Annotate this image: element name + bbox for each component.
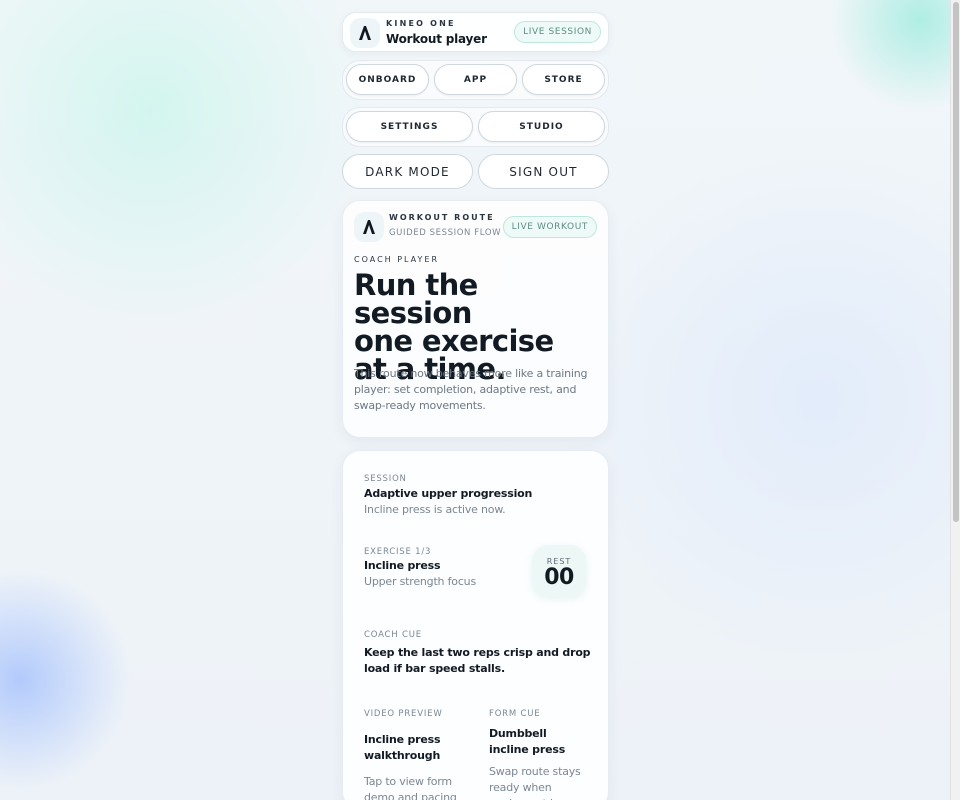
route-subtitle: GUIDED SESSION FLOW — [389, 228, 502, 238]
nav-settings-button[interactable]: SETTINGS — [346, 111, 473, 142]
session-card: SESSION Adaptive upper progression Incli… — [342, 450, 609, 800]
nav-store-button[interactable]: STORE — [522, 64, 605, 95]
coach-cue-label: COACH CUE — [364, 630, 422, 640]
nav-app-button[interactable]: APP — [434, 64, 517, 95]
kineo-logo-icon[interactable] — [350, 18, 380, 48]
sign-out-button[interactable]: SIGN OUT — [478, 154, 609, 189]
form-cue-description: Swap route stays ready when equipment is… — [489, 765, 581, 800]
video-preview-label: VIDEO PREVIEW — [364, 709, 443, 719]
form-cue-label: FORM CUE — [489, 709, 541, 719]
rest-value: 00 — [544, 565, 574, 590]
dark-mode-button[interactable]: DARK MODE — [342, 154, 473, 189]
exercise-label: EXERCISE 1/3 — [364, 547, 432, 557]
hero-description: This route now behaves more like a train… — [354, 367, 588, 412]
hero-card: WORKOUT ROUTE GUIDED SESSION FLOW LIVE W… — [342, 200, 609, 438]
app-header: KINEO ONE Workout player LIVE SESSION — [342, 12, 609, 52]
nav-onboard-button[interactable]: ONBOARD — [346, 64, 429, 95]
scrollbar-thumb[interactable] — [953, 2, 959, 522]
video-preview-description: Tap to view form demo and pacing — [364, 775, 457, 800]
kineo-logo-icon — [354, 212, 384, 242]
session-status: Incline press is active now. — [364, 503, 506, 516]
rest-timer: REST 00 — [532, 545, 586, 597]
route-label: WORKOUT ROUTE — [389, 213, 495, 222]
session-label: SESSION — [364, 474, 407, 484]
coach-player-eyebrow: COACH PLAYER — [354, 255, 440, 264]
form-cue-title: Dumbbell incline press — [489, 727, 566, 756]
coach-cue-text: Keep the last two reps crisp and drop lo… — [364, 646, 591, 675]
nav-row-secondary: SETTINGS STUDIO — [342, 107, 609, 147]
brand-name: KINEO ONE — [386, 19, 456, 28]
nav-row-primary: ONBOARD APP STORE — [342, 60, 609, 100]
live-workout-badge: LIVE WORKOUT — [502, 216, 597, 238]
headline-line: Run the session — [354, 268, 478, 330]
live-session-badge: LIVE SESSION — [514, 21, 601, 43]
page-scrollbar[interactable] — [950, 0, 960, 800]
exercise-focus: Upper strength focus — [364, 575, 476, 588]
video-preview-title[interactable]: Incline press walkthrough — [364, 732, 464, 764]
exercise-title: Incline press — [364, 559, 441, 572]
session-title: Adaptive upper progression — [364, 487, 533, 500]
nav-studio-button[interactable]: STUDIO — [478, 111, 605, 142]
headline-line: one exercise — [354, 324, 554, 358]
page-title: Workout player — [386, 32, 487, 46]
